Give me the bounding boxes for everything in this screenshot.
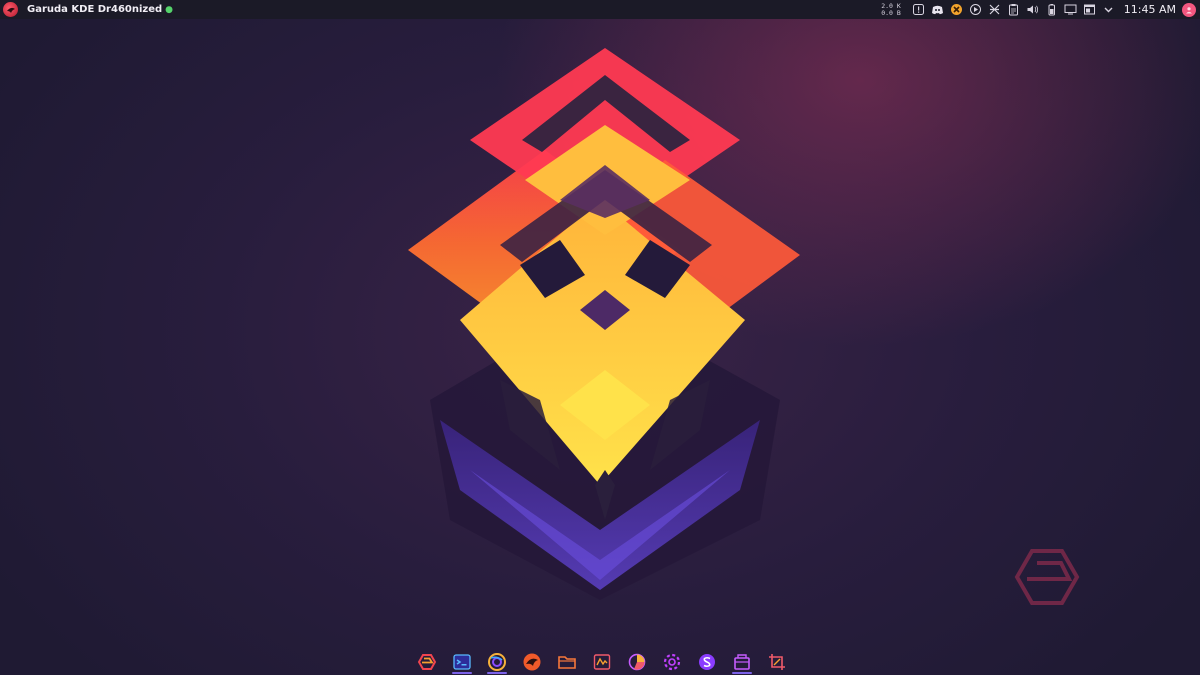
battery-icon[interactable] xyxy=(1045,3,1058,16)
gear-icon xyxy=(663,653,681,670)
crop-icon xyxy=(769,653,785,670)
dock-item-garuda-assistant[interactable] xyxy=(518,648,546,675)
dock-item-package-manager[interactable] xyxy=(728,648,756,675)
kde-connect-icon[interactable] xyxy=(988,3,1001,16)
dock-item-settings[interactable] xyxy=(658,648,686,675)
clipboard-icon[interactable] xyxy=(1007,3,1020,16)
display-icon[interactable] xyxy=(1064,3,1077,16)
volume-icon[interactable] xyxy=(1026,3,1039,16)
pie-chart-icon xyxy=(628,653,646,670)
eagle-icon xyxy=(523,653,541,670)
crossover-icon[interactable] xyxy=(950,3,963,16)
expand-tray-icon[interactable] xyxy=(1102,3,1115,16)
store-icon xyxy=(699,653,715,670)
media-player-icon[interactable] xyxy=(969,3,982,16)
folder-icon xyxy=(558,655,576,669)
garuda-logo-icon xyxy=(417,653,437,670)
notification-icon[interactable] xyxy=(912,3,925,16)
browser-icon xyxy=(488,652,506,671)
system-monitor-icon xyxy=(593,653,611,670)
dock-item-software-store[interactable] xyxy=(693,648,721,675)
digital-clock[interactable]: 11:45 AM xyxy=(1124,3,1176,16)
desktop-wallpaper xyxy=(408,48,1080,605)
network-speed-widget[interactable]: 2.0 K 0.0 B xyxy=(881,2,901,17)
dock-item-screenshot-tool[interactable] xyxy=(763,648,791,675)
dock-item-terminal[interactable] xyxy=(448,648,476,675)
garuda-watermark-logo xyxy=(1014,549,1080,605)
dock xyxy=(413,648,791,675)
system-tray: 2.0 K 0.0 B 11:45 AM xyxy=(881,0,1200,19)
window-icon[interactable] xyxy=(1083,3,1096,16)
terminal-icon xyxy=(453,653,471,670)
user-avatar-icon[interactable] xyxy=(1182,2,1196,17)
dock-item-file-manager[interactable] xyxy=(553,648,581,675)
package-icon xyxy=(734,653,750,670)
dock-item-garuda-welcome[interactable] xyxy=(413,648,441,675)
dock-item-browser[interactable] xyxy=(483,648,511,675)
top-panel: Garuda KDE Dr460nized ● 2.0 K 0.0 B 11:4… xyxy=(0,0,1200,19)
discord-icon[interactable] xyxy=(931,3,944,16)
dock-item-system-monitor[interactable] xyxy=(588,648,616,675)
netspeed-download: 0.0 B xyxy=(881,8,901,17)
active-window-title[interactable]: Garuda KDE Dr460nized xyxy=(27,4,162,15)
window-app-icon: ● xyxy=(165,4,174,15)
dock-item-disk-usage[interactable] xyxy=(623,648,651,675)
application-launcher-icon[interactable] xyxy=(3,2,18,17)
